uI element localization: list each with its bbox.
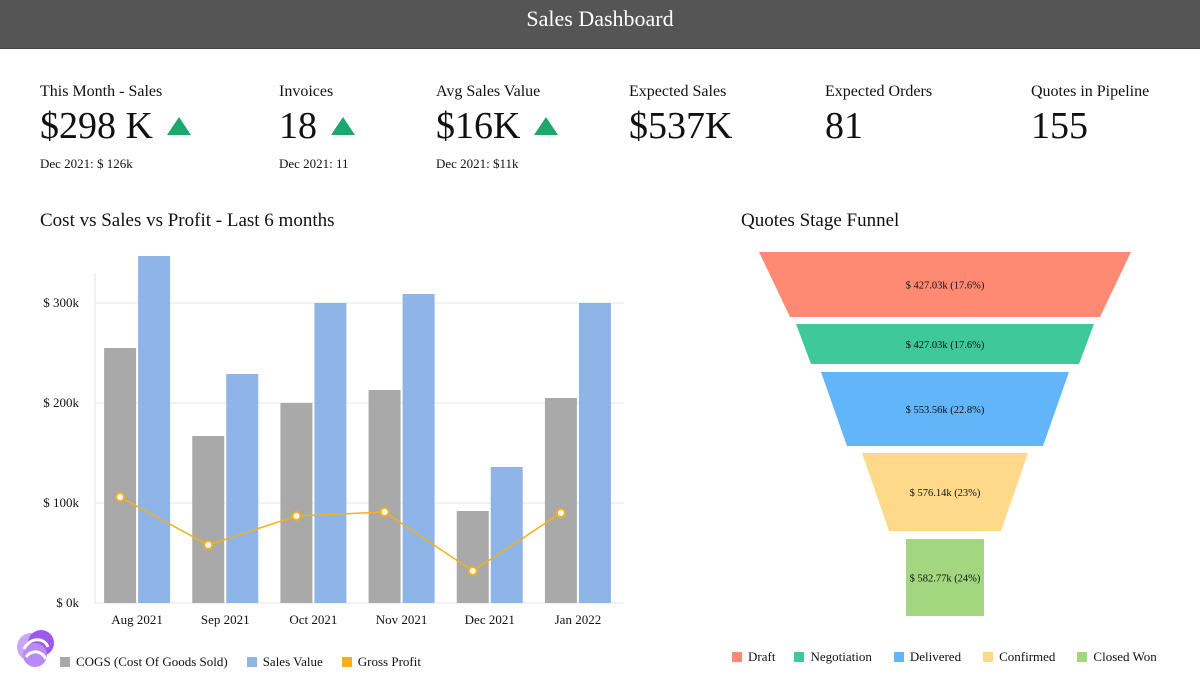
trend-up-icon xyxy=(331,117,355,135)
kpi-value: 18 xyxy=(279,105,317,147)
kpi-label: Expected Sales xyxy=(629,83,727,100)
header-bar: Sales Dashboard xyxy=(0,0,1200,49)
legend-label: Gross Profit xyxy=(357,654,421,669)
legend-swatch xyxy=(794,652,805,662)
bar-cogs[interactable] xyxy=(368,390,401,603)
bar-cogs[interactable] xyxy=(544,398,577,603)
bar-sales-value[interactable] xyxy=(226,374,259,603)
gross-profit-point[interactable] xyxy=(467,566,478,576)
bar-chart-legend: COGS (Cost Of Goods Sold) Sales Value Gr… xyxy=(60,654,421,670)
kpi-this-month-sales: This Month - Sales $298 K Dec 2021: $ 12… xyxy=(40,82,191,172)
kpi-expected-orders: Expected Orders 81 xyxy=(825,82,932,148)
kpi-label: Quotes in Pipeline xyxy=(1031,83,1150,100)
bar-sales-value[interactable] xyxy=(490,467,523,603)
legend-item-closed-won[interactable]: Closed Won xyxy=(1077,649,1157,665)
x-tick-label: Aug 2021 xyxy=(111,612,163,627)
legend-item-cogs[interactable]: COGS (Cost Of Goods Sold) xyxy=(60,654,228,670)
legend-label: Confirmed xyxy=(999,649,1056,664)
funnel-stage-label: $ 427.03k (17.6%) xyxy=(906,340,985,351)
y-tick-label: $ 0k xyxy=(56,595,79,610)
gross-profit-point[interactable] xyxy=(115,492,126,502)
legend-swatch xyxy=(246,657,257,667)
cost-sales-profit-chart: $ 0k $ 100k $ 200k $ 300k Aug 2021 Sep 2021 Oc… xyxy=(43,256,624,627)
bar-chart-title: Cost vs Sales vs Profit - Last 6 months xyxy=(40,210,335,231)
x-tick-label: Dec 2021 xyxy=(465,612,515,627)
bar-sales-value[interactable] xyxy=(314,303,347,603)
bar-cogs[interactable] xyxy=(104,348,137,603)
y-tick-label: $ 200k xyxy=(43,395,79,410)
kpi-label: Expected Orders xyxy=(825,83,933,100)
kpi-value: 81 xyxy=(825,105,863,147)
trend-up-icon xyxy=(166,117,191,135)
kpi-label: This Month - Sales xyxy=(40,83,163,100)
funnel-stage-label: $ 582.77k (24%) xyxy=(910,574,981,585)
kpi-label: Invoices xyxy=(279,83,334,100)
legend-label: Closed Won xyxy=(1093,649,1157,664)
bar-sales-value[interactable] xyxy=(402,294,435,603)
legend-swatch xyxy=(732,652,742,662)
legend-label: COGS (Cost Of Goods Sold) xyxy=(76,654,228,669)
legend-item-delivered[interactable]: Delivered xyxy=(893,649,962,665)
legend-item-gross-profit[interactable]: Gross Profit xyxy=(341,654,421,670)
kpi-value: $16K xyxy=(436,105,521,147)
legend-item-sales-value[interactable]: Sales Value xyxy=(246,654,323,670)
legend-swatch xyxy=(60,657,70,667)
legend-swatch xyxy=(983,652,994,662)
x-tick-label: Jan 2022 xyxy=(555,612,602,627)
x-tick-label: Oct 2021 xyxy=(289,612,337,627)
kpi-value: $537K xyxy=(629,105,733,147)
kpi-avg-sales-value: Avg Sales Value $16K Dec 2021: $11k xyxy=(436,82,559,172)
page-title: Sales Dashboard xyxy=(526,6,674,31)
gross-profit-point[interactable] xyxy=(555,508,566,518)
app-logo-icon[interactable] xyxy=(14,627,58,671)
gross-profit-point[interactable] xyxy=(291,511,302,521)
kpi-value: $298 K xyxy=(40,105,153,147)
bar-cogs[interactable] xyxy=(456,511,489,603)
legend-label: Sales Value xyxy=(262,654,323,669)
kpi-expected-sales: Expected Sales $537K xyxy=(629,82,732,148)
legend-item-confirmed[interactable]: Confirmed xyxy=(983,649,1055,665)
kpi-comparison: Dec 2021: 11 xyxy=(279,156,349,171)
funnel-stage-label: $ 553.56k (22.8%) xyxy=(906,405,985,416)
legend-item-draft[interactable]: Draft xyxy=(732,649,775,665)
funnel-stage-label: $ 576.14k (23%) xyxy=(910,488,981,499)
x-tick-label: Nov 2021 xyxy=(376,612,428,627)
bar-cogs[interactable] xyxy=(192,436,225,603)
x-tick-label: Sep 2021 xyxy=(201,612,250,627)
bar-sales-value[interactable] xyxy=(138,256,171,603)
quotes-funnel-chart: $ 427.03k (17.6%) $ 427.03k (17.6%) $ 553.… xyxy=(759,252,1131,616)
legend-label: Draft xyxy=(748,649,776,664)
gross-profit-point[interactable] xyxy=(379,507,390,517)
legend-swatch xyxy=(1077,652,1088,662)
kpi-value: 155 xyxy=(1031,105,1088,147)
legend-item-negotiation[interactable]: Negotiation xyxy=(794,649,872,665)
gross-profit-point[interactable] xyxy=(203,540,214,550)
funnel-legend: Draft Negotiation Delivered Confirmed Cl… xyxy=(732,649,1157,665)
kpi-quotes-in-pipeline: Quotes in Pipeline 155 xyxy=(1031,82,1149,148)
kpi-comparison: Dec 2021: $ 126k xyxy=(40,156,133,171)
legend-label: Delivered xyxy=(909,649,962,664)
kpi-invoices: Invoices 18 Dec 2021: 11 xyxy=(279,82,355,172)
funnel-stage-label: $ 427.03k (17.6%) xyxy=(906,281,985,292)
funnel-chart-title: Quotes Stage Funnel xyxy=(741,210,900,231)
bar-sales-value[interactable] xyxy=(578,303,611,603)
kpi-label: Avg Sales Value xyxy=(436,83,541,100)
trend-up-icon xyxy=(534,117,559,135)
y-tick-label: $ 100k xyxy=(43,495,79,510)
legend-label: Negotiation xyxy=(810,649,872,664)
legend-swatch xyxy=(893,652,904,662)
bar-cogs[interactable] xyxy=(280,403,313,603)
legend-swatch xyxy=(341,657,352,667)
y-tick-label: $ 300k xyxy=(43,295,79,310)
kpi-comparison: Dec 2021: $11k xyxy=(436,156,519,171)
